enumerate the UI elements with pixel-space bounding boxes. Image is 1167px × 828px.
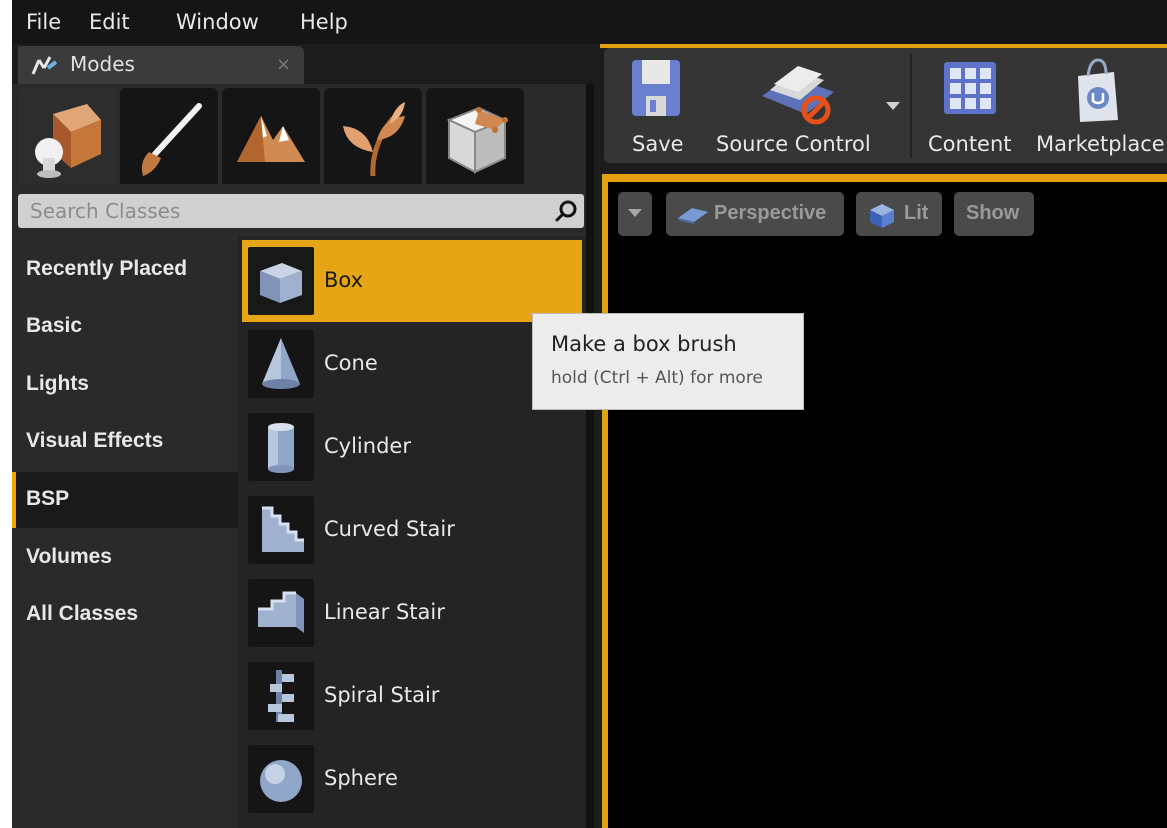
source-control-label: Source Control bbox=[716, 132, 871, 156]
category-lights[interactable]: Lights bbox=[12, 357, 238, 413]
item-label: Cone bbox=[324, 351, 378, 375]
foliage-mode-icon bbox=[343, 102, 405, 177]
thumbnail bbox=[248, 496, 314, 564]
list-item-sphere[interactable]: Sphere bbox=[242, 738, 582, 820]
toolbar-separator bbox=[910, 54, 912, 158]
tooltip: Make a box brush hold (Ctrl + Alt) for m… bbox=[532, 313, 804, 410]
linear-stair-icon bbox=[258, 591, 304, 633]
list-item-cone[interactable]: Cone bbox=[242, 323, 582, 405]
list-item-cylinder[interactable]: Cylinder bbox=[242, 406, 582, 488]
menu-edit[interactable]: Edit bbox=[89, 10, 130, 34]
menu-window[interactable]: Window bbox=[176, 10, 259, 34]
category-label: Basic bbox=[26, 314, 83, 337]
modes-icon bbox=[31, 56, 58, 75]
thumbnail bbox=[248, 413, 314, 481]
perspective-icon bbox=[678, 208, 708, 224]
marketplace-label: Marketplace bbox=[1036, 132, 1165, 156]
category-label: Recently Placed bbox=[26, 257, 188, 280]
tooltip-title: Make a box brush bbox=[551, 332, 737, 356]
thumbnail bbox=[248, 247, 314, 315]
thumbnail bbox=[248, 745, 314, 813]
level-viewport[interactable]: Perspective Lit Show bbox=[608, 182, 1167, 828]
panel-splitter[interactable] bbox=[586, 84, 594, 828]
thumbnail bbox=[248, 330, 314, 398]
category-bsp[interactable]: BSP bbox=[12, 472, 242, 528]
category-label: Lights bbox=[26, 372, 89, 395]
marketplace-button[interactable]: Marketplace bbox=[1032, 48, 1167, 163]
item-label: Sphere bbox=[324, 766, 398, 790]
perspective-button[interactable]: Perspective bbox=[666, 192, 844, 236]
thumbnail bbox=[248, 579, 314, 647]
search-icon[interactable] bbox=[554, 199, 578, 223]
category-label: Volumes bbox=[26, 545, 112, 568]
source-control-button[interactable]: Source Control bbox=[716, 48, 896, 163]
perspective-label: Perspective bbox=[714, 202, 827, 224]
menu-bar: File Edit Window Help bbox=[12, 0, 1167, 44]
list-item-linear-stair[interactable]: Linear Stair bbox=[242, 572, 582, 654]
cylinder-brush-icon bbox=[268, 423, 294, 473]
content-icon bbox=[944, 62, 996, 114]
item-label: Spiral Stair bbox=[324, 683, 440, 707]
place-mode-icon bbox=[35, 104, 101, 178]
save-button[interactable]: Save bbox=[614, 48, 694, 163]
list-item-box[interactable]: Box bbox=[242, 240, 582, 322]
source-control-icon bbox=[762, 66, 834, 125]
content-label: Content bbox=[928, 132, 1012, 156]
chevron-down-icon bbox=[628, 209, 642, 217]
cone-brush-icon bbox=[262, 338, 300, 389]
item-label: Cylinder bbox=[324, 434, 411, 458]
modes-tab[interactable]: Modes × bbox=[18, 46, 304, 84]
paint-mode-icon bbox=[141, 103, 202, 176]
list-item-spiral-stair[interactable]: Spiral Stair bbox=[242, 655, 582, 737]
category-basic[interactable]: Basic bbox=[12, 299, 238, 355]
landscape-mode-icon bbox=[237, 116, 305, 162]
landscape-mode-button[interactable] bbox=[222, 88, 320, 184]
viewport-options-button[interactable] bbox=[618, 192, 652, 236]
lit-button[interactable]: Lit bbox=[856, 192, 942, 236]
item-label: Linear Stair bbox=[324, 600, 445, 624]
main-toolbar: Save Source Control Content Marketplace bbox=[604, 48, 1167, 163]
modes-title: Modes bbox=[70, 52, 135, 76]
content-button[interactable]: Content bbox=[922, 48, 1018, 163]
curved-stair-icon bbox=[262, 506, 304, 552]
chevron-down-icon[interactable] bbox=[886, 102, 900, 112]
menu-help[interactable]: Help bbox=[300, 10, 348, 34]
search-input[interactable]: Search Classes bbox=[30, 199, 180, 223]
show-button[interactable]: Show bbox=[954, 192, 1034, 236]
paint-mode-button[interactable] bbox=[120, 88, 218, 184]
lit-icon bbox=[870, 204, 894, 228]
category-label: All Classes bbox=[26, 602, 139, 625]
category-visual-effects[interactable]: Visual Effects bbox=[12, 414, 238, 470]
menu-file[interactable]: File bbox=[26, 10, 61, 34]
foliage-mode-button[interactable] bbox=[324, 88, 422, 184]
save-icon bbox=[632, 60, 680, 116]
category-volumes[interactable]: Volumes bbox=[12, 530, 238, 586]
list-item-curved-stair[interactable]: Curved Stair bbox=[242, 489, 582, 571]
lit-label: Lit bbox=[904, 202, 929, 224]
item-label: Box bbox=[324, 268, 364, 292]
modes-panel: Search Classes Recently Placed Basic Lig… bbox=[12, 84, 594, 828]
spiral-stair-icon bbox=[268, 670, 294, 722]
show-label: Show bbox=[966, 202, 1020, 224]
box-brush-icon bbox=[260, 263, 302, 303]
category-label: Visual Effects bbox=[26, 429, 164, 452]
tooltip-subtitle: hold (Ctrl + Alt) for more bbox=[551, 368, 763, 388]
save-label: Save bbox=[632, 132, 684, 156]
editor-window: File Edit Window Help Modes × Search Cla… bbox=[12, 0, 1167, 828]
sphere-brush-icon bbox=[260, 760, 302, 802]
item-label: Curved Stair bbox=[324, 517, 455, 541]
category-all-classes[interactable]: All Classes bbox=[12, 587, 238, 643]
geometry-mode-icon bbox=[446, 106, 508, 174]
thumbnail bbox=[248, 662, 314, 730]
geometry-mode-button[interactable] bbox=[426, 88, 524, 184]
search-field[interactable]: Search Classes bbox=[18, 194, 584, 228]
category-label: BSP bbox=[26, 487, 70, 510]
category-recently-placed[interactable]: Recently Placed bbox=[12, 242, 238, 298]
close-icon[interactable]: × bbox=[276, 54, 291, 75]
place-mode-button[interactable] bbox=[18, 88, 116, 184]
marketplace-icon bbox=[1078, 58, 1118, 122]
